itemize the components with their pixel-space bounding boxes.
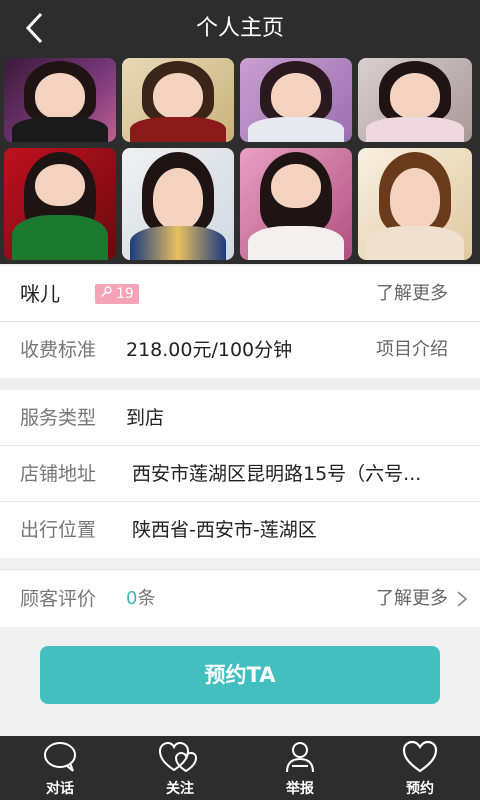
tab-report[interactable]: 举报: [240, 736, 360, 800]
chevron-right-icon: [456, 590, 468, 612]
chat-bubble-icon: [42, 736, 78, 774]
tab-follow[interactable]: 关注: [120, 736, 240, 800]
service-type-value: 到店: [126, 407, 165, 429]
photo-gallery: [0, 58, 480, 264]
fee-value: 218.00元/100分钟: [126, 339, 293, 361]
reviews-card[interactable]: 顾客评价 0条 了解更多: [0, 571, 480, 627]
photo-2[interactable]: [122, 58, 234, 142]
more-info-link[interactable]: 了解更多: [376, 266, 448, 322]
address-label: 店铺地址: [20, 463, 97, 485]
reviews-unit: 条: [137, 588, 156, 609]
location-value: 陕西省-西安市-莲湖区: [132, 519, 317, 541]
tab-book[interactable]: 预约: [360, 736, 480, 800]
profile-name: 咪儿: [20, 282, 60, 306]
service-type-row: 服务类型 到店: [0, 390, 480, 446]
age-value: 19: [116, 286, 134, 302]
reviews-label: 顾客评价: [20, 588, 97, 610]
book-button[interactable]: 预约TA: [40, 646, 440, 704]
photo-6[interactable]: [122, 148, 234, 260]
address-value: 西安市莲湖区昆明路15号（六号...: [132, 463, 422, 485]
bottom-tab-bar: 对话 关注 举报 预约: [0, 736, 480, 800]
reviews-more-link[interactable]: 了解更多: [376, 571, 448, 627]
tab-report-label: 举报: [286, 781, 314, 797]
photo-5[interactable]: [4, 148, 116, 260]
person-report-icon: [284, 736, 316, 774]
address-row: 店铺地址 西安市莲湖区昆明路15号（六号...: [0, 446, 480, 502]
location-label: 出行位置: [20, 519, 97, 541]
heart-follow-icon: [158, 736, 202, 774]
fee-row: 收费标准 218.00元/100分钟 项目介绍: [0, 322, 480, 378]
location-row: 出行位置 陕西省-西安市-莲湖区: [0, 502, 480, 558]
photo-7[interactable]: [240, 148, 352, 260]
name-row: 咪儿 19 了解更多: [0, 266, 480, 322]
reviews-count: 0: [126, 588, 138, 609]
female-icon: [100, 284, 112, 304]
fee-label: 收费标准: [20, 339, 97, 361]
reviews-row[interactable]: 顾客评价 0条 了解更多: [0, 571, 480, 627]
tab-chat-label: 对话: [46, 781, 74, 797]
photo-8[interactable]: [358, 148, 472, 260]
top-bar: 个人主页: [0, 0, 480, 58]
photo-3[interactable]: [240, 58, 352, 142]
tab-chat[interactable]: 对话: [0, 736, 120, 800]
tab-follow-label: 关注: [166, 781, 194, 797]
photo-4[interactable]: [358, 58, 472, 142]
age-badge: 19: [95, 284, 139, 304]
profile-card: 咪儿 19 了解更多 收费标准 218.00元/100分钟 项目介绍: [0, 266, 480, 378]
service-type-label: 服务类型: [20, 407, 97, 429]
service-card: 服务类型 到店 店铺地址 西安市莲湖区昆明路15号（六号... 出行位置 陕西省…: [0, 390, 480, 558]
page-title: 个人主页: [195, 16, 284, 41]
reviews-summary: 0条: [126, 571, 155, 627]
heart-book-icon: [401, 736, 439, 774]
photo-1[interactable]: [4, 58, 116, 142]
project-intro-link[interactable]: 项目介绍: [376, 322, 448, 378]
tab-book-label: 预约: [406, 781, 434, 797]
